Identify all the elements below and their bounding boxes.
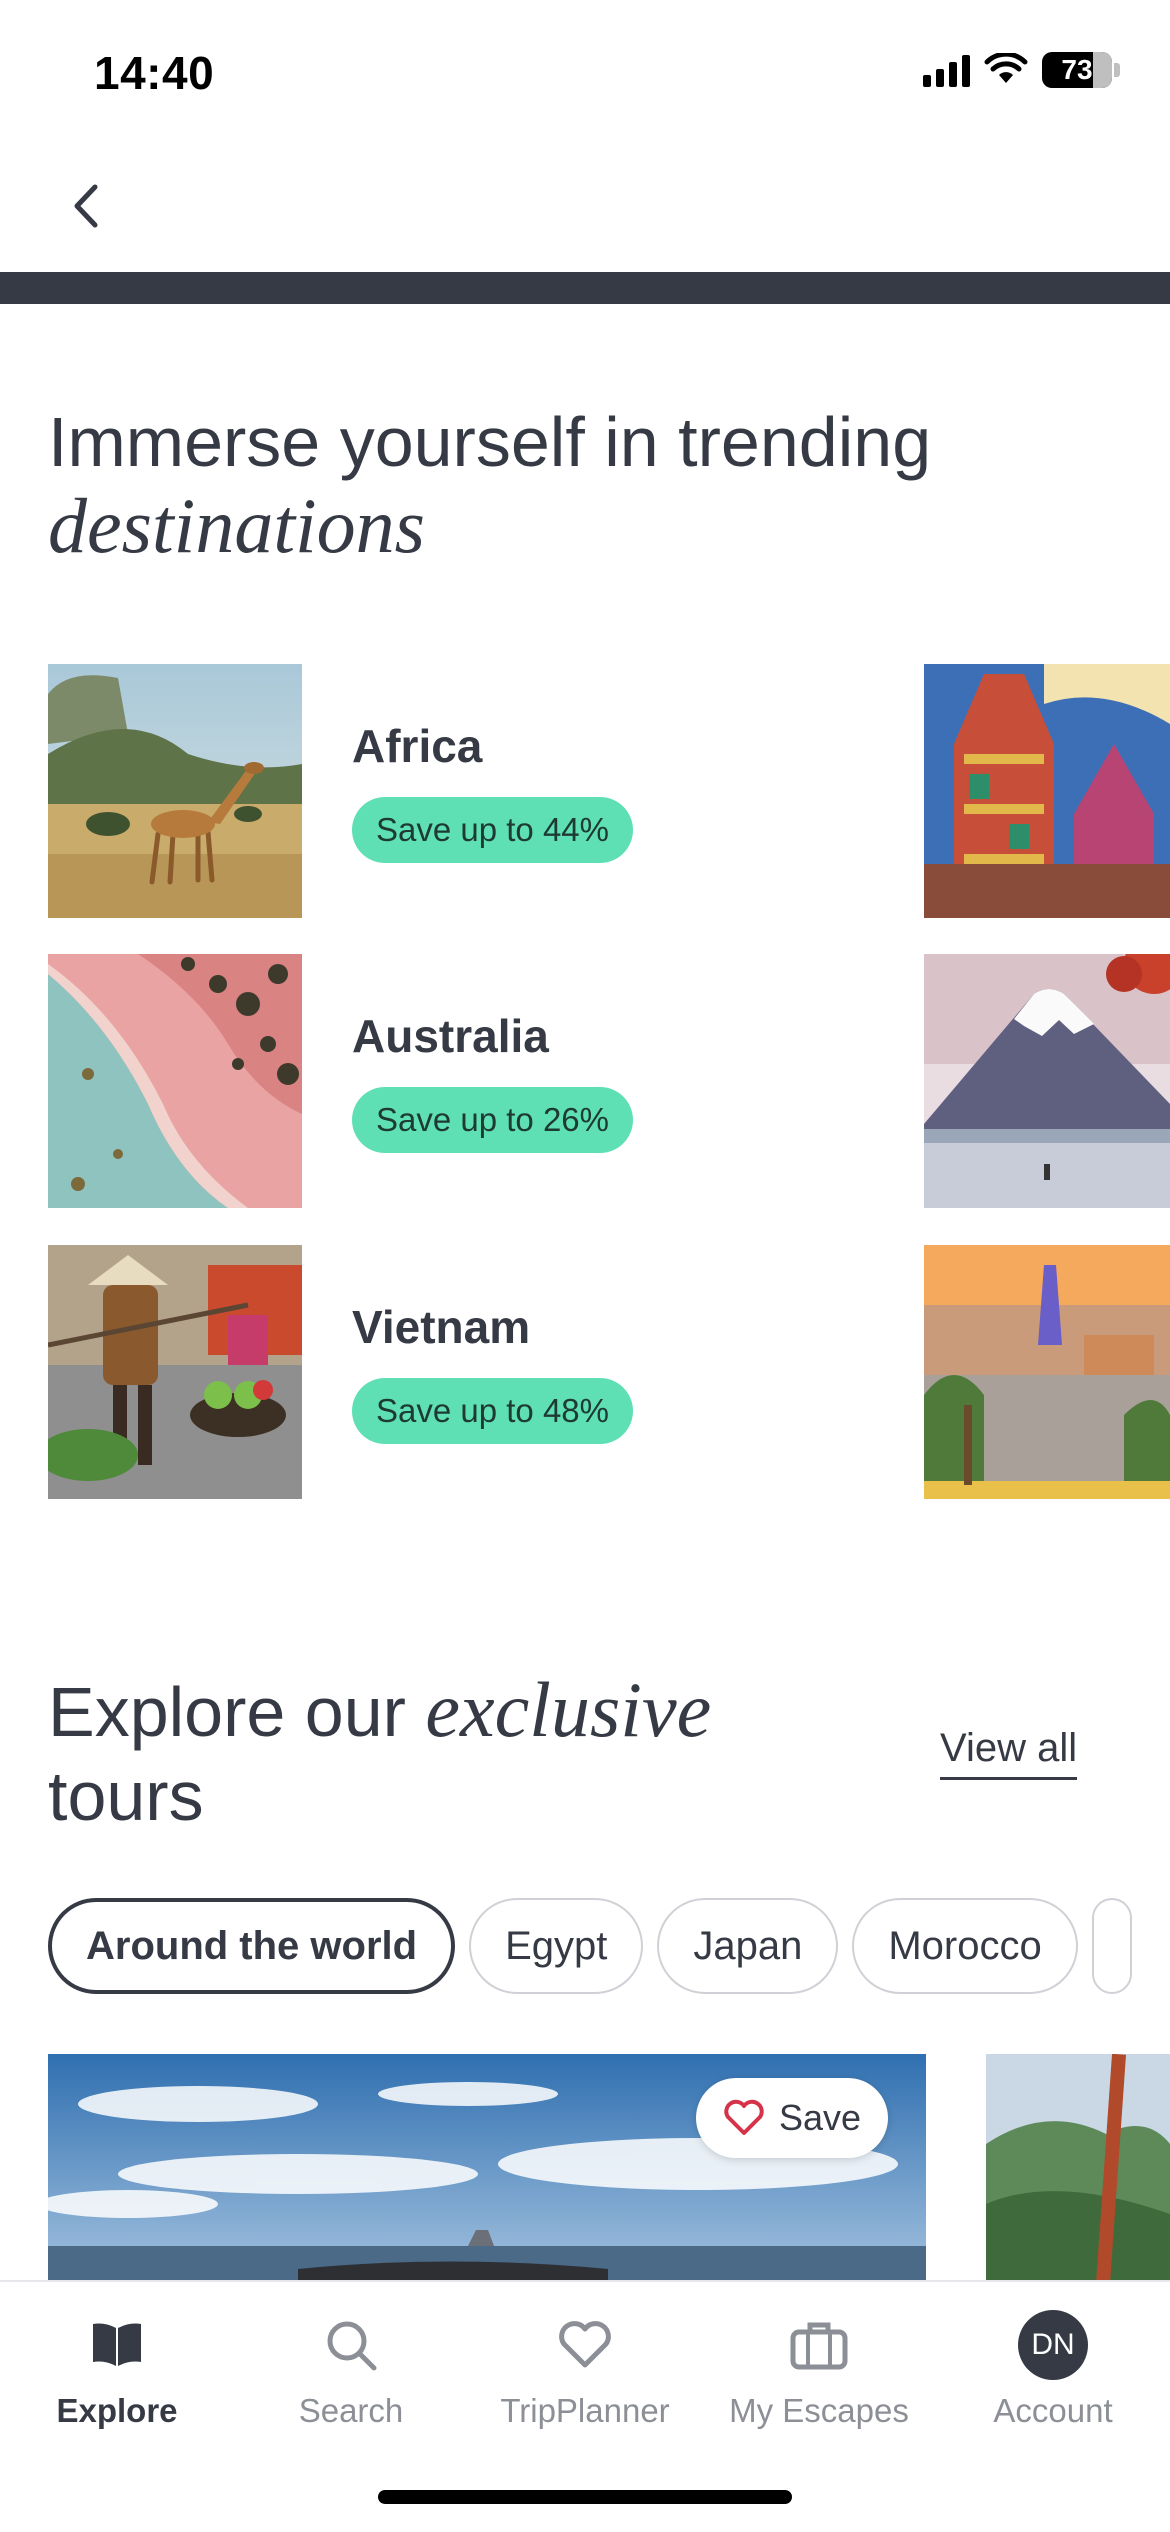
nav-explore[interactable]: Explore	[0, 2310, 234, 2430]
battery-icon: 73	[1042, 52, 1120, 88]
nav-label: Search	[298, 2392, 404, 2429]
search-icon	[327, 2321, 377, 2371]
filter-chip-around-the-world[interactable]: Around the world	[48, 1898, 456, 1994]
filter-chip-more[interactable]	[1091, 1898, 1132, 1994]
australia-image	[48, 954, 302, 1208]
discount-badge: Save up to 26%	[352, 1087, 633, 1153]
barcelona-park-image[interactable]	[924, 1245, 1170, 1499]
home-indicator	[378, 2490, 792, 2504]
status-bar: 14:40 73	[0, 0, 1170, 140]
trending-title-italic: destinations	[48, 482, 426, 569]
status-time: 14:40	[94, 47, 215, 99]
back-button[interactable]	[58, 178, 114, 234]
nav-tripplanner[interactable]: TripPlanner	[468, 2310, 702, 2430]
destination-row-australia[interactable]: Australia Save up to 26%	[48, 954, 898, 1208]
tour-filter-chips: Around the world Egypt Japan Morocco	[48, 1898, 1132, 1994]
trending-title: Immerse yourself in trending destination…	[48, 400, 1108, 570]
nav-label: TripPlanner	[500, 2392, 670, 2429]
filter-chip-japan[interactable]: Japan	[657, 1898, 839, 1994]
nav-account[interactable]: DN Account	[936, 2310, 1170, 2430]
tours-title: Explore our exclusive tours	[48, 1668, 808, 1838]
india-temple-image[interactable]	[924, 664, 1170, 918]
nav-label: Explore	[56, 2392, 178, 2429]
nav-my-escapes[interactable]: My Escapes	[702, 2310, 936, 2430]
japan-fuji-image[interactable]	[924, 954, 1170, 1208]
view-all-link[interactable]: View all	[940, 1726, 1078, 1780]
heart-outline-icon	[724, 2099, 764, 2135]
destination-name: Australia	[352, 1010, 549, 1062]
discount-badge: Save up to 44%	[352, 797, 633, 863]
save-tour-button[interactable]: Save	[696, 2078, 888, 2158]
trending-title-plain: Immerse yourself in trending	[48, 403, 932, 481]
nav-label: My Escapes	[729, 2392, 909, 2429]
nav-label: Account	[993, 2392, 1113, 2429]
nav-search[interactable]: Search	[234, 2310, 468, 2430]
save-label: Save	[778, 2097, 862, 2138]
vietnam-image	[48, 1245, 302, 1499]
battery-level: 73	[1061, 54, 1093, 85]
tour-card-side-image[interactable]	[986, 2054, 1170, 2284]
chevron-left-icon	[74, 184, 98, 228]
filter-chip-egypt[interactable]: Egypt	[469, 1898, 644, 1994]
signal-icon	[923, 53, 970, 87]
tours-title-italic: exclusive	[425, 1666, 712, 1753]
tours-title-plain-1: Explore our	[48, 1673, 406, 1751]
destination-name: Vietnam	[352, 1301, 531, 1353]
africa-image	[48, 664, 302, 918]
suitcase-icon	[790, 2322, 848, 2370]
destination-row-africa[interactable]: Africa Save up to 44%	[48, 664, 898, 918]
book-icon	[93, 2323, 141, 2366]
tours-title-plain-2: tours	[48, 1757, 204, 1835]
destination-row-vietnam[interactable]: Vietnam Save up to 48%	[48, 1245, 898, 1499]
header-divider-band	[0, 272, 1170, 304]
heart-icon	[559, 2321, 611, 2368]
status-icons: 73	[923, 52, 1120, 88]
filter-chip-morocco[interactable]: Morocco	[852, 1898, 1078, 1994]
discount-badge: Save up to 48%	[352, 1378, 633, 1444]
destination-name: Africa	[352, 720, 483, 772]
avatar: DN	[1018, 2310, 1088, 2380]
wifi-icon	[984, 53, 1028, 83]
